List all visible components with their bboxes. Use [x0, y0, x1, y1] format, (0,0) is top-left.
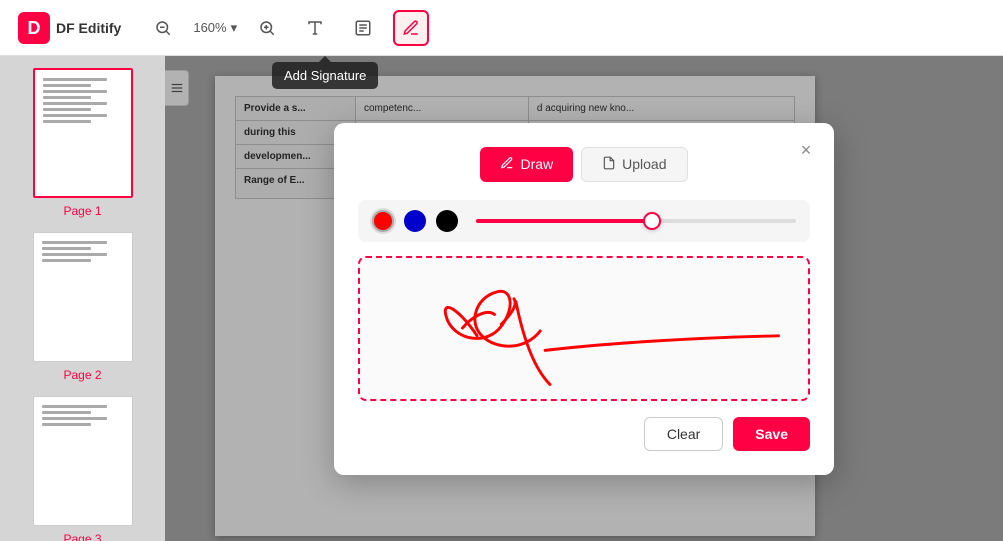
zoom-out-icon	[154, 19, 172, 37]
signature-pen-icon	[402, 19, 420, 37]
signature-preview	[360, 258, 808, 399]
text-icon	[306, 19, 324, 37]
page-3-label: Page 3	[63, 532, 101, 541]
color-blue-swatch[interactable]	[404, 210, 426, 232]
drawing-canvas[interactable]	[358, 256, 810, 401]
save-button[interactable]: Save	[733, 417, 810, 451]
modal-close-button[interactable]: ×	[792, 137, 820, 165]
zoom-value: 160%	[193, 20, 226, 35]
slider-fill	[476, 219, 652, 223]
slider-thumb	[643, 212, 661, 230]
upload-tab[interactable]: Upload	[581, 147, 687, 182]
add-signature-modal: × Draw	[334, 123, 834, 475]
slider-track	[476, 219, 796, 223]
content-area: Provide a s... competenc... d acquiring …	[165, 56, 1003, 541]
page-thumbnail-3[interactable]: Page 3	[10, 396, 155, 541]
chevron-down-icon: ▾	[231, 20, 238, 36]
svg-text:D: D	[28, 18, 41, 38]
zoom-out-button[interactable]	[145, 10, 181, 46]
page-1-image	[33, 68, 133, 198]
draw-tab-label: Draw	[520, 156, 553, 172]
clear-button[interactable]: Clear	[644, 417, 723, 451]
draw-tab[interactable]: Draw	[480, 147, 573, 182]
upload-tab-label: Upload	[622, 156, 666, 172]
page-2-image	[33, 232, 133, 362]
zoom-in-icon	[258, 19, 276, 37]
signature-tool-button[interactable]	[393, 10, 429, 46]
page-thumbnail-1[interactable]: Page 1	[10, 68, 155, 218]
app-name: DF Editify	[56, 20, 121, 36]
draw-tab-icon	[500, 156, 514, 173]
page-thumbnail-2[interactable]: Page 2	[10, 232, 155, 382]
text-tool-button[interactable]	[297, 10, 333, 46]
page-3-image	[33, 396, 133, 526]
sidebar: Page 1 Page 2	[0, 56, 165, 541]
doc-tool-button[interactable]	[345, 10, 381, 46]
modal-overlay: × Draw	[165, 56, 1003, 541]
doc-icon	[354, 19, 372, 37]
zoom-in-button[interactable]	[249, 10, 285, 46]
color-red-swatch[interactable]	[372, 210, 394, 232]
zoom-control[interactable]: 160% ▾	[193, 20, 237, 36]
toolbar: D DF Editify 160% ▾	[0, 0, 1003, 56]
action-buttons: Clear Save	[358, 417, 810, 451]
upload-tab-icon	[602, 156, 616, 173]
color-black-swatch[interactable]	[436, 210, 458, 232]
color-slider-row	[358, 200, 810, 242]
tab-bar: Draw Upload	[358, 147, 810, 182]
page-2-label: Page 2	[63, 368, 101, 382]
app-logo: D DF Editify	[16, 10, 121, 46]
logo-icon: D	[16, 10, 52, 46]
main-layout: Page 1 Page 2	[0, 56, 1003, 541]
page-1-label: Page 1	[63, 204, 101, 218]
brush-size-slider-container	[476, 219, 796, 223]
